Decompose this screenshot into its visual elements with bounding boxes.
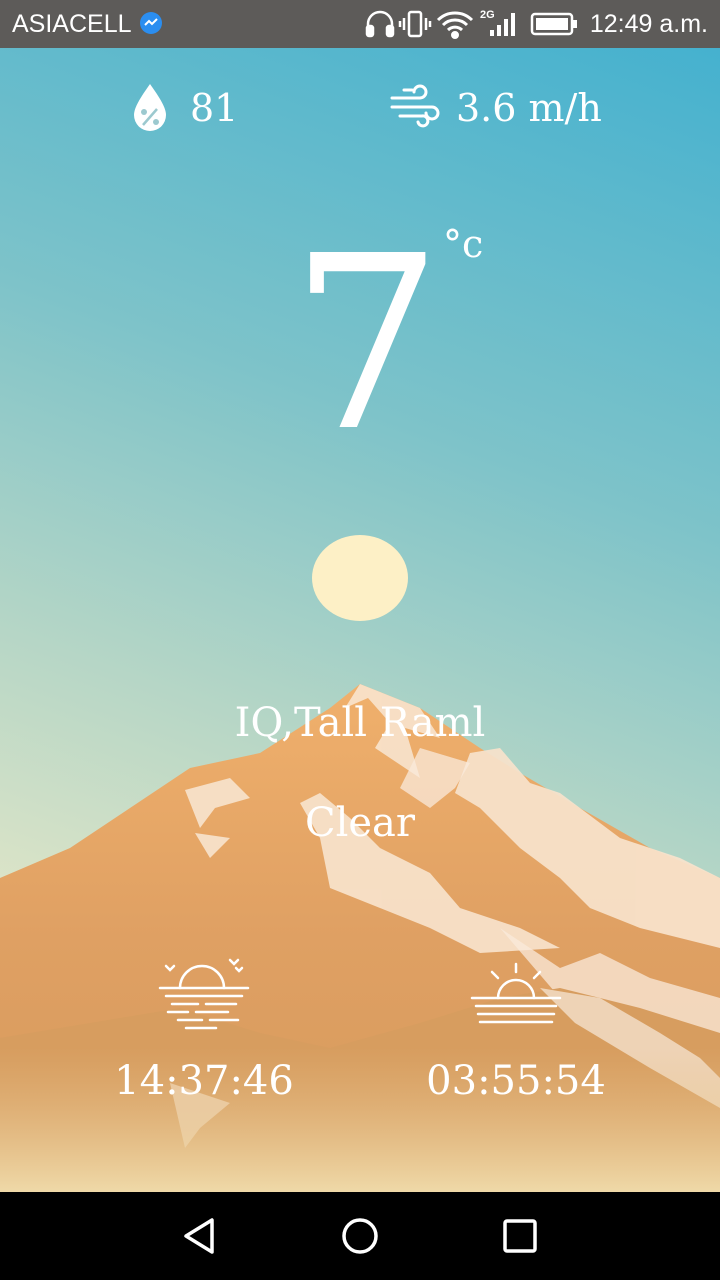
wind-icon — [390, 84, 440, 128]
wind-speed: 3.6 m/h — [456, 86, 602, 130]
carrier-name: ASIACELL — [12, 10, 132, 38]
sunrise-icon — [470, 962, 562, 1024]
humidity-value: 81 — [190, 86, 239, 130]
humidity-drop-icon — [134, 84, 166, 131]
temperature-value: 7 — [290, 204, 443, 484]
sunset-icon — [158, 958, 250, 1030]
battery-icon — [530, 12, 577, 36]
home-icon[interactable] — [340, 1216, 380, 1256]
weather-screen: 81 3.6 m/h 7 °c IQ,Tall Raml Clear 14:37… — [0, 48, 720, 1192]
sunrise-time: 03:55:54 — [426, 1058, 606, 1104]
sun-icon — [312, 535, 408, 621]
wifi-icon — [436, 11, 474, 39]
weather-condition: Clear — [304, 800, 416, 846]
recents-icon[interactable] — [502, 1218, 538, 1254]
status-icons: 2G — [365, 9, 577, 39]
back-icon[interactable] — [178, 1216, 222, 1256]
temperature-unit: °c — [443, 222, 484, 266]
messenger-icon — [140, 12, 162, 34]
location-name: IQ,Tall Raml — [234, 700, 486, 746]
network-type: 2G — [480, 9, 495, 21]
sunset-time: 14:37:46 — [114, 1058, 294, 1104]
clock: 12:49 a.m. — [589, 10, 708, 38]
vibrate-icon — [398, 10, 432, 38]
status-bar: ASIACELL 2G 12:49 a.m. — [0, 0, 720, 48]
headphones-icon — [365, 10, 395, 38]
navigation-bar — [0, 1192, 720, 1280]
